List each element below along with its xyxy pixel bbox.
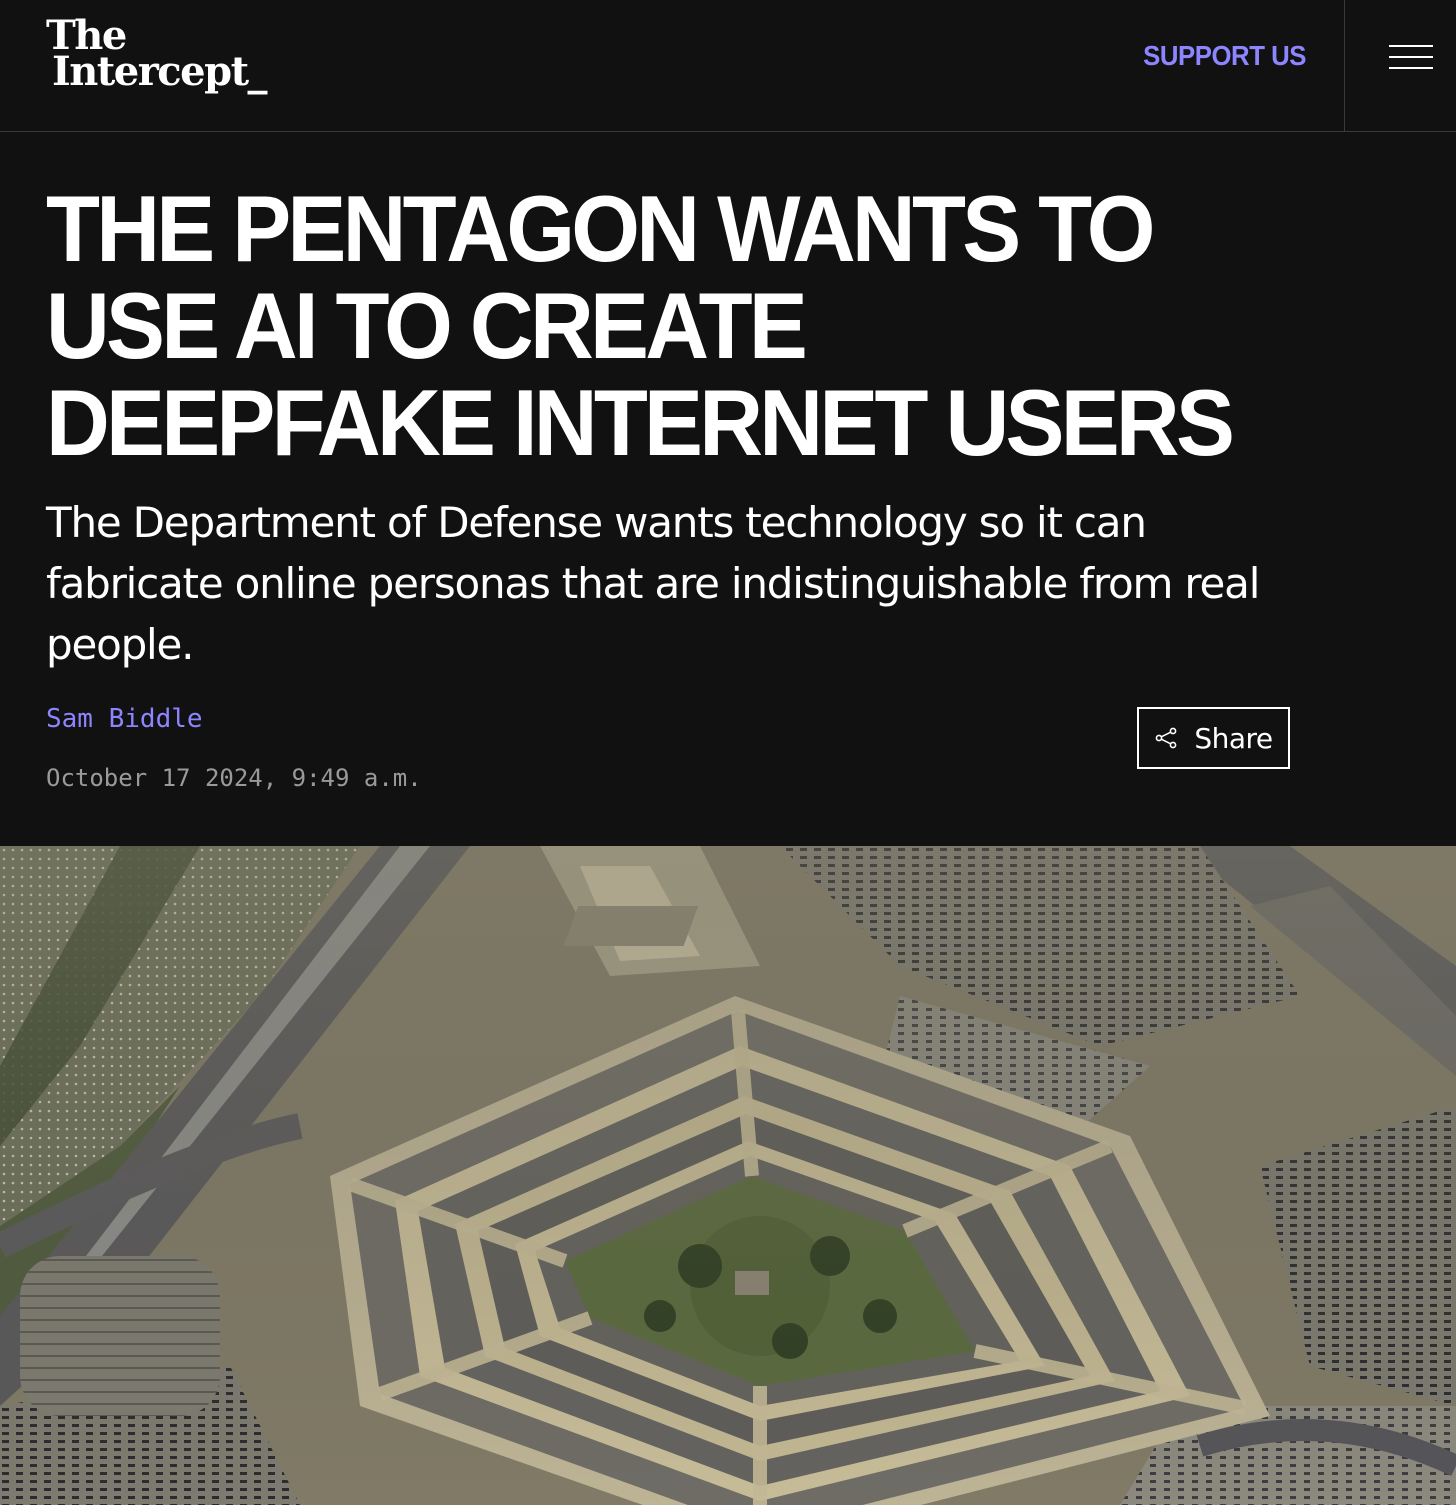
share-label: Share — [1194, 721, 1273, 755]
share-icon — [1155, 727, 1177, 749]
site-header: The Intercept_ SUPPORT US — [0, 0, 1456, 132]
logo-line-2: Intercept_ — [52, 48, 268, 95]
hero-image — [0, 846, 1456, 1505]
publish-date: October 17 2024, 9:49 a.m. — [46, 764, 422, 792]
pentagon-aerial-illustration — [0, 846, 1456, 1505]
site-logo[interactable]: The Intercept_ — [46, 16, 268, 95]
share-button[interactable]: Share — [1137, 707, 1290, 769]
article-dek: The Department of Defense wants technolo… — [46, 498, 1260, 669]
hamburger-menu-icon[interactable] — [1389, 45, 1433, 71]
header-divider — [1344, 0, 1345, 132]
author-link[interactable]: Sam Biddle — [46, 704, 203, 734]
article-headline: THE PENTAGON WANTS TO USE AI TO CREATE D… — [46, 176, 1235, 475]
support-us-link[interactable]: SUPPORT US — [1143, 40, 1306, 72]
